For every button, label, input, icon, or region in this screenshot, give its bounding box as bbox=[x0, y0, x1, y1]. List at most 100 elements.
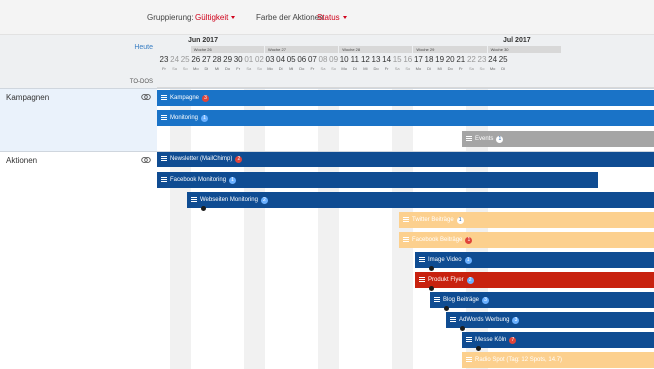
menu-icon[interactable] bbox=[403, 217, 409, 222]
day-name: So bbox=[331, 66, 337, 71]
day-name: Sa bbox=[320, 66, 326, 71]
day-number: 18 bbox=[424, 55, 434, 64]
bar-label: Webseiten Monitoring bbox=[200, 197, 258, 203]
menu-icon[interactable] bbox=[419, 257, 425, 262]
day-name: Di bbox=[427, 66, 431, 71]
day-number: 23 bbox=[477, 55, 487, 64]
section-label: Aktionen bbox=[6, 156, 38, 165]
day-number: 25 bbox=[498, 55, 508, 64]
todos-label: TO-DOS bbox=[129, 79, 153, 85]
gantt-bar[interactable]: Blog Beiträge 3 bbox=[430, 292, 654, 311]
day-number: 13 bbox=[371, 55, 381, 64]
milestone-dot-icon bbox=[476, 346, 481, 351]
day-number: 15 bbox=[392, 55, 402, 64]
gantt-bar[interactable]: Messe Köln 7 bbox=[462, 332, 654, 351]
grouping-value: Gültigkeit bbox=[195, 13, 229, 22]
bar-label: Facebook Beiträge bbox=[412, 237, 463, 243]
milestone-dot-icon bbox=[460, 326, 465, 331]
day-number: 20 bbox=[445, 55, 455, 64]
day-number: 05 bbox=[286, 55, 296, 64]
grouping-label: Gruppierung: bbox=[147, 13, 194, 22]
day-name: Fr bbox=[458, 66, 463, 71]
bar-label: Blog Beiträge bbox=[443, 297, 480, 303]
today-button[interactable]: Heute bbox=[134, 44, 153, 51]
day-number: 11 bbox=[350, 55, 359, 64]
bar-label: Twitter Beiträge bbox=[412, 217, 454, 223]
menu-icon[interactable] bbox=[161, 95, 167, 100]
day-number: 06 bbox=[297, 55, 307, 64]
day-name: So bbox=[182, 66, 188, 71]
day-name: So bbox=[405, 66, 411, 71]
day-name: Fr bbox=[384, 66, 389, 71]
day-name: Di bbox=[278, 66, 283, 71]
day-name: Sa bbox=[246, 66, 252, 71]
menu-icon[interactable] bbox=[419, 277, 425, 282]
gantt-bar[interactable]: Image Video 1 bbox=[415, 252, 654, 271]
gantt-bar[interactable]: Webseiten Monitoring 2 bbox=[187, 192, 654, 211]
day-number: 04 bbox=[276, 55, 286, 64]
month-label: Jul 2017 bbox=[503, 37, 531, 44]
menu-icon[interactable] bbox=[466, 337, 472, 342]
day-number: 19 bbox=[435, 55, 445, 64]
gantt-bar[interactable]: Events 1 bbox=[462, 131, 654, 147]
count-badge: 7 bbox=[509, 337, 517, 344]
day-name: Do bbox=[373, 66, 379, 71]
day-name: Mi bbox=[363, 66, 368, 71]
color-label: Farbe der Aktionen bbox=[256, 13, 324, 22]
gantt-bar[interactable]: Facebook Beiträge 1 bbox=[399, 232, 654, 248]
menu-icon[interactable] bbox=[161, 115, 167, 120]
menu-icon[interactable] bbox=[191, 197, 197, 202]
day-number: 30 bbox=[233, 55, 243, 64]
grouping-dropdown[interactable]: Gültigkeit bbox=[195, 13, 236, 22]
day-name: Di bbox=[352, 66, 357, 71]
menu-icon[interactable] bbox=[403, 237, 409, 242]
menu-icon[interactable] bbox=[450, 317, 456, 322]
menu-icon[interactable] bbox=[434, 297, 440, 302]
milestone-dot-icon bbox=[444, 306, 449, 311]
timeline: Jun 2017 Jul 2017 Woche 26 Woche 27 Woche … bbox=[157, 35, 654, 369]
count-badge: 3 bbox=[202, 95, 210, 102]
gantt-bar[interactable]: Newsletter (MailChimp) 2 bbox=[157, 151, 654, 167]
gantt-bar[interactable]: Produkt Flyer 2 bbox=[415, 272, 654, 291]
day-number: 12 bbox=[360, 55, 370, 64]
day-number: 22 bbox=[466, 55, 476, 64]
day-name: Mo bbox=[267, 66, 273, 71]
day-number: 01 bbox=[244, 55, 254, 64]
weekend-column bbox=[254, 88, 265, 369]
gantt-bar[interactable]: Kampagne 3 bbox=[157, 90, 654, 106]
count-badge: 1 bbox=[201, 115, 209, 122]
day-number: 26 bbox=[191, 55, 201, 64]
menu-icon[interactable] bbox=[466, 136, 472, 141]
gantt-bar[interactable]: Facebook Monitoring 1 bbox=[157, 172, 598, 188]
gantt-bar[interactable]: Twitter Beiträge 1 bbox=[399, 212, 654, 228]
week-label: Woche 26 bbox=[190, 46, 264, 53]
count-badge: 1 bbox=[496, 136, 504, 143]
day-name: Mi bbox=[214, 66, 220, 71]
gantt-bar[interactable]: Radio Spot (Tag: 12 Spots, 14.7) bbox=[462, 352, 654, 368]
section-kampagnen: Kampagnen bbox=[0, 88, 157, 151]
gantt-bar[interactable]: Monitoring 1 bbox=[157, 110, 654, 126]
week-label: Woche 27 bbox=[265, 46, 339, 53]
day-name: Di bbox=[501, 66, 506, 71]
day-name: Mo bbox=[193, 66, 199, 71]
link-icon[interactable] bbox=[141, 93, 151, 101]
link-icon[interactable] bbox=[141, 156, 151, 164]
day-number: 08 bbox=[318, 55, 328, 64]
day-number: 14 bbox=[382, 55, 392, 64]
weekend-column bbox=[328, 88, 340, 369]
menu-icon[interactable] bbox=[466, 357, 472, 362]
bar-label: Radio Spot (Tag: 12 Spots, 14.7) bbox=[475, 357, 563, 363]
count-badge: 2 bbox=[466, 277, 474, 284]
bar-label: Kampagne bbox=[170, 95, 200, 101]
day-number: 24 bbox=[170, 55, 180, 64]
day-number: 25 bbox=[180, 55, 190, 64]
count-badge: 1 bbox=[229, 177, 237, 184]
gantt-bar[interactable]: AdWords Werbung 3 bbox=[446, 312, 654, 331]
menu-icon[interactable] bbox=[161, 156, 167, 161]
day-number: 09 bbox=[329, 55, 339, 64]
color-dropdown[interactable]: Status bbox=[317, 13, 347, 22]
bar-label: Newsletter (MailChimp) bbox=[170, 156, 233, 162]
menu-icon[interactable] bbox=[161, 177, 167, 182]
day-number: 07 bbox=[307, 55, 317, 64]
day-name: Fr bbox=[310, 66, 315, 71]
